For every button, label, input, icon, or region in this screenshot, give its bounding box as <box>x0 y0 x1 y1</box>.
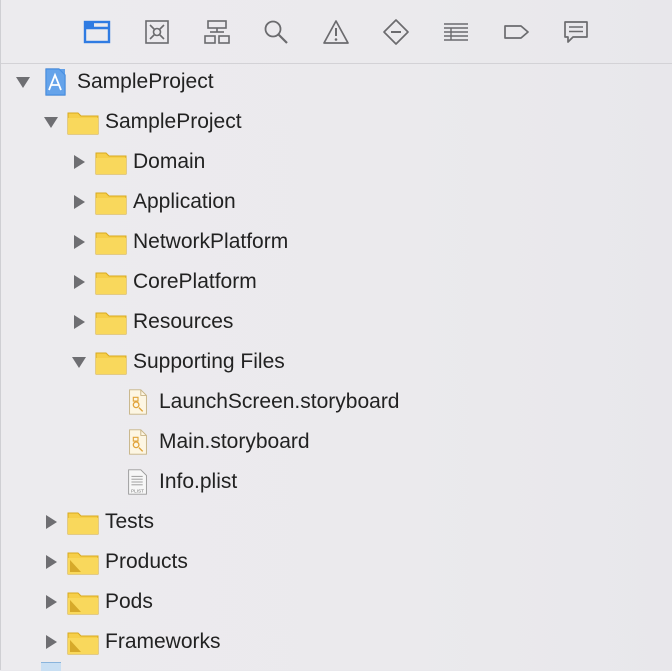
breakpoint-icon[interactable] <box>499 15 533 49</box>
tree-item-label: SampleProject <box>77 70 214 93</box>
folder-icon <box>95 188 127 216</box>
tree-item-label: CorePlatform <box>133 270 257 293</box>
tree-item-label: Main.storyboard <box>159 430 310 453</box>
folder-icon <box>67 508 99 536</box>
disclosure-collapsed-icon[interactable] <box>41 512 61 532</box>
disclosure-expanded-icon[interactable] <box>69 352 89 372</box>
tree-item-folder[interactable]: Pods <box>41 582 153 622</box>
tree-item-label: Tests <box>105 510 155 533</box>
debug-navigator-icon[interactable] <box>439 15 473 49</box>
storyboard-file-icon <box>123 388 153 416</box>
folder-icon <box>67 108 99 136</box>
disclosure-collapsed-icon[interactable] <box>41 632 61 652</box>
report-icon[interactable] <box>559 15 593 49</box>
tree-item-label: SampleProject <box>105 110 242 133</box>
navigator-toolbar <box>1 0 672 64</box>
project-navigator-icon[interactable] <box>80 15 114 49</box>
tree-item-label: LaunchScreen.storyboard <box>159 390 400 413</box>
find-icon[interactable] <box>259 15 293 49</box>
tree-item-label: Frameworks <box>105 630 221 653</box>
disclosure-collapsed-icon[interactable] <box>41 552 61 572</box>
tree-item-folder[interactable]: Application <box>69 182 236 222</box>
tree-item-folder[interactable]: Frameworks <box>41 622 221 662</box>
tree-item-folder[interactable]: Domain <box>69 142 205 182</box>
disclosure-collapsed-icon[interactable] <box>41 592 61 612</box>
tree-item-label: Application <box>133 190 236 213</box>
folder-icon <box>95 148 127 176</box>
issue-warning-icon[interactable] <box>319 15 353 49</box>
tree-item-file[interactable]: PLIST Info.plist <box>123 462 237 502</box>
symbol-navigator-icon[interactable] <box>200 15 234 49</box>
pods-folder-icon <box>67 588 99 616</box>
test-navigator-icon[interactable] <box>379 15 413 49</box>
tree-item-label: Products <box>105 550 188 573</box>
tree-item-label: Pods <box>105 590 153 613</box>
products-folder-icon <box>67 548 99 576</box>
tree-item-folder[interactable]: Products <box>41 542 188 582</box>
frameworks-folder-icon <box>67 628 99 656</box>
disclosure-expanded-icon[interactable] <box>13 72 33 92</box>
tree-item-project[interactable]: SampleProject <box>13 62 214 102</box>
disclosure-expanded-icon[interactable] <box>41 112 61 132</box>
tree-item-label: Domain <box>133 150 206 173</box>
tree-item-file[interactable]: Main.storyboard <box>123 422 310 462</box>
xcode-project-icon <box>39 68 71 96</box>
disclosure-collapsed-icon[interactable] <box>69 272 89 292</box>
folder-icon <box>95 308 127 336</box>
disclosure-collapsed-icon[interactable] <box>69 232 89 252</box>
tree-item-folder[interactable]: Supporting Files <box>69 342 285 382</box>
tree-item-label: Supporting Files <box>133 350 285 373</box>
tree-item-label: NetworkPlatform <box>133 230 289 253</box>
tree-item-label: Resources <box>133 310 234 333</box>
folder-icon <box>95 228 127 256</box>
tree-item-label: Info.plist <box>159 470 238 493</box>
source-control-icon[interactable] <box>140 15 174 49</box>
folder-icon <box>95 268 127 296</box>
tree-item-folder[interactable]: Tests <box>41 502 154 542</box>
tree-item-folder[interactable]: CorePlatform <box>69 262 257 302</box>
plist-file-icon: PLIST <box>123 468 153 496</box>
project-navigator-panel: SampleProject SampleProject Domain Appli… <box>0 0 672 671</box>
plist-badge-text: PLIST <box>131 488 144 493</box>
tree-item-file[interactable]: LaunchScreen.storyboard <box>123 382 400 422</box>
folder-icon <box>95 348 127 376</box>
disclosure-collapsed-icon[interactable] <box>69 152 89 172</box>
disclosure-collapsed-icon[interactable] <box>69 312 89 332</box>
tree-item-folder[interactable]: NetworkPlatform <box>69 222 288 262</box>
tree-item-folder[interactable]: SampleProject <box>41 102 242 142</box>
storyboard-file-icon <box>123 428 153 456</box>
tree-item-folder[interactable]: Resources <box>69 302 233 342</box>
disclosure-collapsed-icon[interactable] <box>69 192 89 212</box>
